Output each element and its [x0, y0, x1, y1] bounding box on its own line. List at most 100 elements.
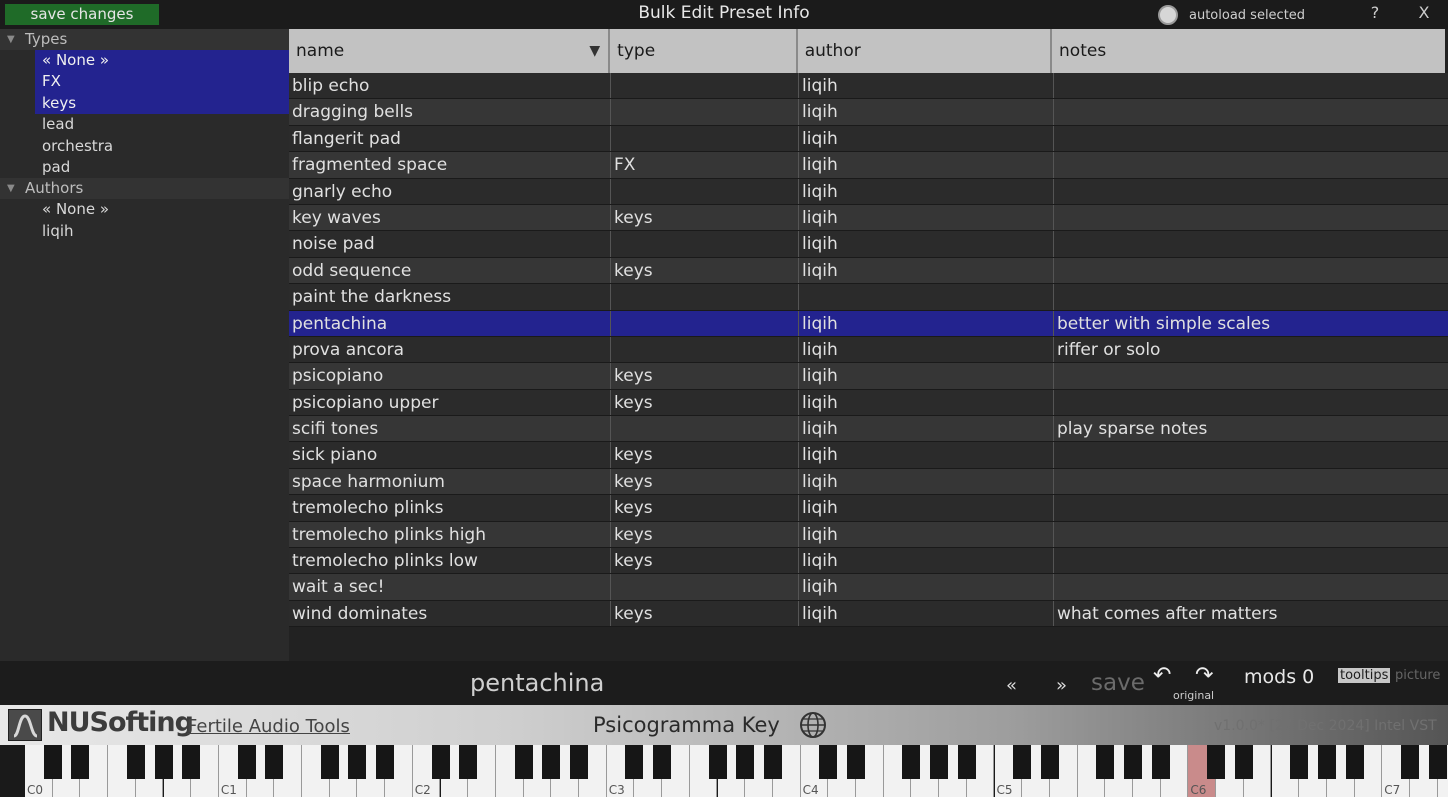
picture-toggle[interactable]: picture [1395, 668, 1440, 683]
black-key[interactable] [1151, 745, 1170, 779]
cell-notes[interactable] [1054, 152, 1448, 177]
current-preset-name[interactable]: pentachina [470, 669, 604, 697]
sidebar-item[interactable]: « None » [0, 199, 289, 220]
cell-notes[interactable] [1054, 126, 1448, 151]
cell-type[interactable] [611, 125, 799, 152]
black-key[interactable] [930, 745, 949, 779]
table-row[interactable]: noise pad liqih [289, 231, 1448, 258]
black-key[interactable] [376, 745, 395, 779]
table-row[interactable]: psicopiano keys liqih [289, 363, 1448, 390]
black-key[interactable] [1096, 745, 1115, 779]
piano-keyboard[interactable]: C0 C1 C2 C3 C4 C5 C6 C7 [0, 745, 1448, 797]
black-key[interactable] [763, 745, 782, 779]
cell-type[interactable] [611, 336, 799, 363]
cell-author[interactable]: liqih [799, 521, 1054, 548]
table-row[interactable]: wind dominates keys liqih what comes after … [289, 600, 1448, 628]
black-key[interactable] [1234, 745, 1253, 779]
cell-author[interactable]: liqih [799, 178, 1054, 204]
next-preset-button[interactable]: » [1056, 675, 1067, 696]
cell-type[interactable] [611, 310, 799, 336]
table-row[interactable]: pentachina liqih better with simple scales [289, 310, 1448, 337]
black-key[interactable] [708, 745, 727, 779]
cell-name[interactable]: tremolecho plinks high [289, 521, 611, 548]
cell-type[interactable]: keys [611, 442, 799, 468]
cell-author[interactable]: liqih [799, 600, 1054, 627]
collapse-triangle-icon[interactable]: ▼ [7, 29, 15, 50]
cell-author[interactable]: liqih [799, 468, 1054, 495]
sidebar-item[interactable]: orchestra [0, 136, 289, 157]
cell-author[interactable]: liqih [799, 442, 1054, 468]
black-key[interactable] [182, 745, 201, 779]
cell-name[interactable]: flangerit pad [289, 125, 611, 152]
black-key[interactable] [514, 745, 533, 779]
cell-author[interactable]: liqih [799, 204, 1054, 231]
cell-notes[interactable] [1054, 363, 1448, 388]
sidebar-item[interactable]: lead [0, 114, 289, 135]
cell-notes[interactable] [1054, 548, 1448, 573]
sidebar-item[interactable]: pad [0, 157, 289, 178]
table-row[interactable]: psicopiano upper keys liqih [289, 389, 1448, 417]
black-key[interactable] [1013, 745, 1032, 779]
cell-notes[interactable] [1054, 390, 1448, 415]
cell-type[interactable]: keys [611, 521, 799, 548]
sidebar-item[interactable]: « None » [35, 50, 289, 72]
table-row[interactable]: dragging bells liqih [289, 99, 1448, 126]
table-row[interactable]: key waves keys liqih [289, 204, 1448, 232]
black-key[interactable] [1428, 745, 1447, 779]
cell-author[interactable]: liqih [799, 495, 1054, 521]
table-row[interactable]: paint the darkness [289, 284, 1448, 311]
column-header-author[interactable]: author [797, 29, 1053, 73]
cell-notes[interactable] [1054, 205, 1448, 230]
cell-type[interactable]: keys [611, 495, 799, 521]
cell-author[interactable]: liqih [799, 548, 1054, 574]
cell-author[interactable]: liqih [799, 125, 1054, 152]
cell-author[interactable]: liqih [799, 416, 1054, 442]
black-key[interactable] [320, 745, 339, 779]
cell-name[interactable]: space harmonium [289, 468, 611, 495]
cell-author[interactable]: liqih [799, 73, 1054, 99]
previous-preset-button[interactable]: « [1006, 675, 1017, 696]
cell-name[interactable]: fragmented space [289, 152, 611, 178]
black-key[interactable] [1040, 745, 1059, 779]
cell-author[interactable]: liqih [799, 231, 1054, 257]
cell-name[interactable]: prova ancora [289, 336, 611, 363]
black-key[interactable] [653, 745, 672, 779]
help-button[interactable]: ? [1366, 3, 1384, 22]
black-key[interactable] [126, 745, 145, 779]
black-key[interactable] [71, 745, 90, 779]
cell-name[interactable]: tremolecho plinks low [289, 548, 611, 574]
table-row[interactable]: gnarly echo liqih [289, 178, 1448, 205]
black-key[interactable] [625, 745, 644, 779]
cell-name[interactable]: key waves [289, 204, 611, 231]
save-button[interactable]: save [1091, 670, 1145, 696]
table-row[interactable]: flangerit pad liqih [289, 125, 1448, 153]
table-row[interactable]: odd sequence keys liqih [289, 257, 1448, 285]
cell-notes[interactable] [1054, 442, 1448, 467]
save-changes-button[interactable]: save changes [5, 4, 159, 25]
cell-type[interactable]: FX [611, 152, 799, 178]
toggle-icon[interactable] [1158, 5, 1178, 25]
cell-type[interactable] [611, 231, 799, 257]
cell-author[interactable]: liqih [799, 257, 1054, 284]
black-key[interactable] [819, 745, 838, 779]
cell-name[interactable]: sick piano [289, 442, 611, 468]
black-key[interactable] [348, 745, 367, 779]
black-key[interactable] [154, 745, 173, 779]
cell-notes[interactable] [1054, 73, 1448, 98]
cell-notes[interactable] [1054, 99, 1448, 124]
table-row[interactable]: tremolecho plinks keys liqih [289, 495, 1448, 522]
black-key[interactable] [902, 745, 921, 779]
cell-name[interactable]: wind dominates [289, 600, 611, 627]
cell-name[interactable]: blip echo [289, 73, 611, 99]
cell-name[interactable]: pentachina [289, 310, 611, 336]
cell-notes[interactable] [1054, 522, 1448, 547]
tree-group-types[interactable]: ▼ Types [0, 29, 289, 50]
black-key[interactable] [1317, 745, 1336, 779]
black-key[interactable] [265, 745, 284, 779]
black-key[interactable] [1401, 745, 1419, 779]
cell-author[interactable]: liqih [799, 574, 1054, 600]
close-button[interactable]: X [1415, 3, 1433, 22]
cell-author[interactable]: liqih [799, 152, 1054, 178]
cell-author[interactable]: liqih [799, 389, 1054, 416]
cell-notes[interactable] [1054, 574, 1448, 599]
